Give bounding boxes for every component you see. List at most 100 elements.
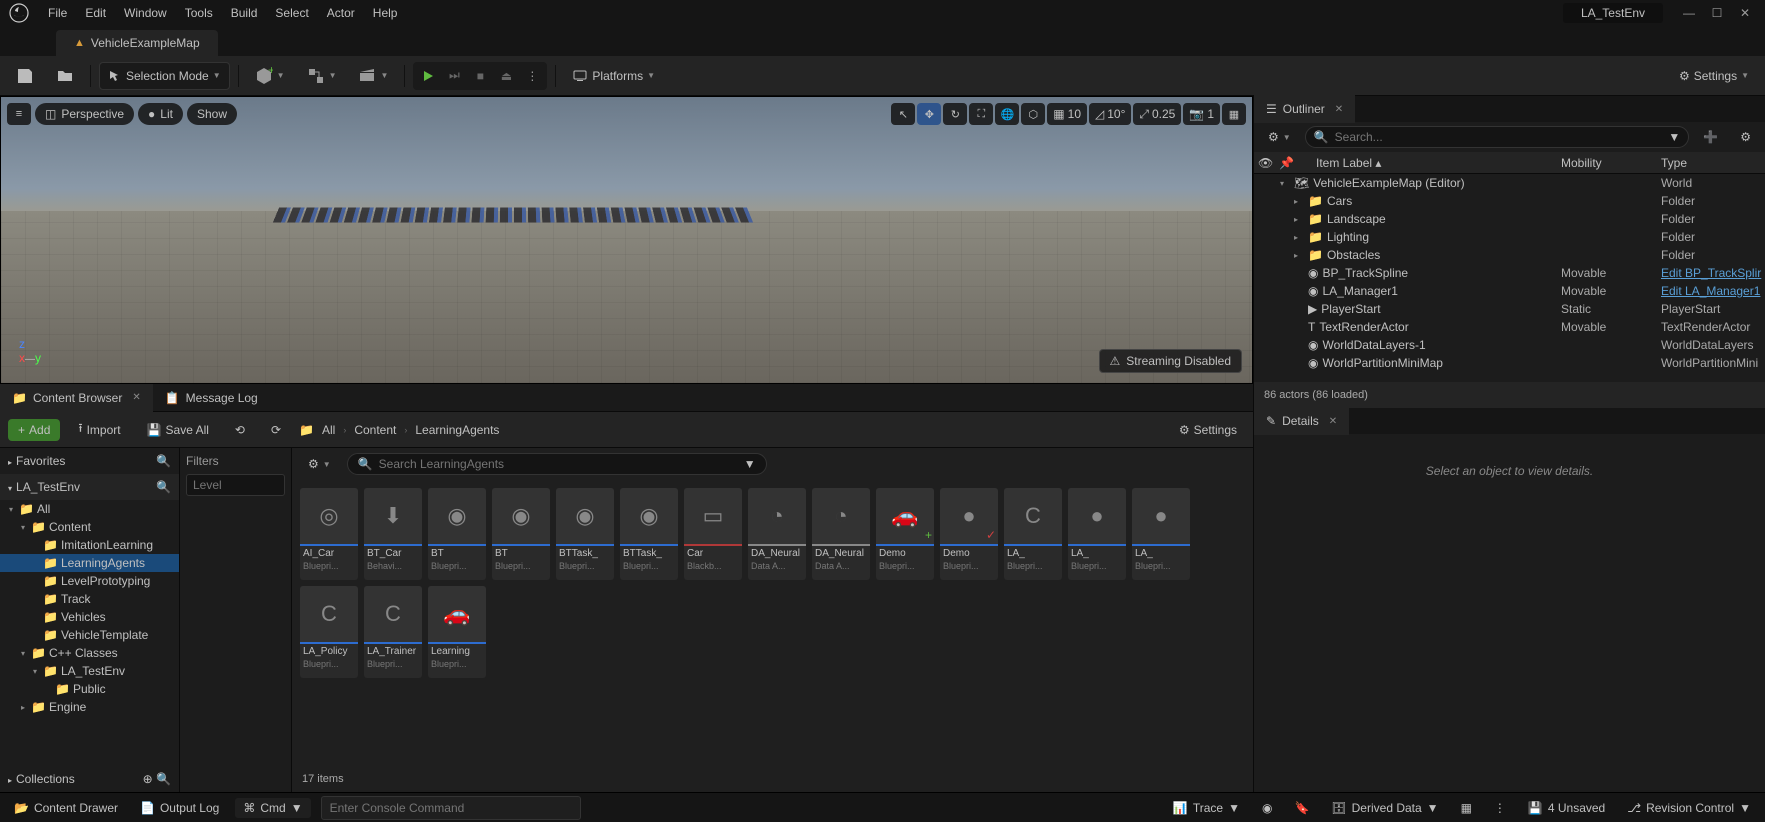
outliner-settings-button[interactable]: ⚙ — [1732, 123, 1759, 151]
tree-node[interactable]: ▾📁All — [0, 500, 179, 518]
tab-details[interactable]: ✎Details✕ — [1254, 407, 1349, 435]
perspective-dropdown[interactable]: ◫Perspective — [35, 103, 134, 125]
viewport-menu-button[interactable]: ≡ — [7, 103, 31, 125]
outliner-row[interactable]: ▸📁ObstaclesFolder — [1254, 246, 1765, 264]
outliner-search-input[interactable] — [1335, 130, 1663, 144]
show-dropdown[interactable]: Show — [187, 103, 237, 125]
grid-snap[interactable]: ▦10 — [1047, 103, 1087, 125]
asset-tile[interactable]: 🚗+DemoBluepri... — [876, 488, 934, 580]
skip-button[interactable]: ⏭ — [441, 64, 467, 88]
crumb-all[interactable]: All — [322, 423, 335, 437]
trace-dropdown[interactable]: 📊Trace▼ — [1167, 801, 1246, 815]
add-button[interactable]: +Add — [8, 419, 60, 441]
tree-node[interactable]: ▾📁Content — [0, 518, 179, 536]
tree-node[interactable]: ▾📁LA_TestEnv — [0, 662, 179, 680]
project-header[interactable]: ▾LA_TestEnv🔍 — [0, 474, 179, 500]
selection-mode-dropdown[interactable]: Selection Mode ▼ — [99, 62, 230, 90]
outliner-row[interactable]: ▾🗺VehicleExampleMap (Editor)World — [1254, 174, 1765, 192]
asset-tile[interactable]: CLA_Bluepri... — [1004, 488, 1062, 580]
scale-snap[interactable]: ⤢0.25 — [1133, 103, 1181, 125]
menu-help[interactable]: Help — [373, 6, 398, 20]
outliner-row[interactable]: ▸📁LightingFolder — [1254, 228, 1765, 246]
tree-node[interactable]: ▾📁C++ Classes — [0, 644, 179, 662]
eject-button[interactable]: ⏏ — [493, 64, 519, 88]
blueprint-dropdown[interactable]: ▼ — [299, 62, 345, 90]
tab-outliner[interactable]: ☰Outliner✕ — [1254, 95, 1355, 123]
history-fwd[interactable]: ⟳ — [263, 416, 289, 444]
play-options-button[interactable]: ⋮ — [519, 64, 545, 88]
crumb-learningagents[interactable]: LearningAgents — [415, 423, 499, 437]
close-icon[interactable]: ✕ — [132, 392, 140, 403]
unsaved-button[interactable]: 💾4 Unsaved — [1522, 801, 1611, 815]
minimize-button[interactable]: — — [1675, 3, 1703, 23]
history-back[interactable]: ⟲ — [227, 416, 253, 444]
asset-tile[interactable]: ◉BTBluepri... — [492, 488, 550, 580]
maximize-button[interactable]: ☐ — [1703, 3, 1731, 23]
outliner-row[interactable]: ▸📁LandscapeFolder — [1254, 210, 1765, 228]
cb-settings-button[interactable]: ⚙Settings — [1171, 416, 1245, 444]
import-button[interactable]: ⭱Import — [70, 416, 128, 444]
viewport-layout[interactable]: ▦ — [1222, 103, 1246, 125]
tree-node[interactable]: 📁VehicleTemplate — [0, 626, 179, 644]
cmd-dropdown[interactable]: ⌘Cmd▼ — [235, 798, 310, 818]
streaming-badge[interactable]: ⚠Streaming Disabled — [1099, 349, 1242, 373]
asset-tile[interactable]: CLA_TrainerBluepri... — [364, 586, 422, 678]
tree-node[interactable]: 📁Track — [0, 590, 179, 608]
content-drawer-button[interactable]: 📂Content Drawer — [8, 801, 124, 815]
more-button[interactable]: ⋮ — [1488, 801, 1512, 815]
asset-tile[interactable]: ▭CarBlackb... — [684, 488, 742, 580]
level-viewport[interactable]: ≡ ◫Perspective ●Lit Show ↖ ✥ ↻ ⛶ 🌐 ⬡ ▦10… — [0, 96, 1253, 384]
browse-button[interactable] — [48, 62, 82, 90]
grid-button[interactable]: ▦ — [1455, 801, 1478, 815]
scale-tool[interactable]: ⛶ — [969, 103, 993, 125]
favorites-header[interactable]: ▸Favorites🔍 — [0, 448, 179, 474]
asset-tile[interactable]: ◉BTTask_Bluepri... — [556, 488, 614, 580]
asset-tile[interactable]: ●✓DemoBluepri... — [940, 488, 998, 580]
save-button[interactable] — [8, 62, 42, 90]
asset-grid[interactable]: ◎AI_CarBluepri...⬇BT_CarBehavi... ◉BTBlue… — [292, 480, 1253, 766]
menu-actor[interactable]: Actor — [327, 6, 355, 20]
outliner-row[interactable]: ▸📁CarsFolder — [1254, 192, 1765, 210]
menu-edit[interactable]: Edit — [85, 6, 106, 20]
col-type[interactable]: Type — [1661, 156, 1765, 170]
outliner-row[interactable]: ▶PlayerStartStaticPlayerStart — [1254, 300, 1765, 318]
asset-tile[interactable]: ◎AI_CarBluepri... — [300, 488, 358, 580]
asset-tile[interactable]: ●LA_Bluepri... — [1132, 488, 1190, 580]
rotate-tool[interactable]: ↻ — [943, 103, 967, 125]
world-space-toggle[interactable]: 🌐 — [995, 103, 1019, 125]
tree-node[interactable]: 📁LevelPrototyping — [0, 572, 179, 590]
lit-dropdown[interactable]: ●Lit — [138, 103, 183, 125]
asset-search[interactable]: 🔍▼ — [347, 453, 767, 475]
camera-speed[interactable]: 📷1 — [1183, 103, 1220, 125]
tree-node[interactable]: 📁Vehicles — [0, 608, 179, 626]
play-button[interactable] — [415, 64, 441, 88]
tree-node[interactable]: 📁ImitationLearning — [0, 536, 179, 554]
collections-header[interactable]: ▸Collections⊕ 🔍 — [0, 766, 179, 792]
outliner-filter-button[interactable]: ⚙▼ — [1260, 123, 1299, 151]
filter-dropdown[interactable]: ⚙▼ — [300, 450, 339, 478]
asset-tile[interactable]: ◔DA_NeuralData A... — [812, 488, 870, 580]
outliner-row[interactable]: ◉BP_TrackSplineMovableEdit BP_TrackSplir — [1254, 264, 1765, 282]
asset-tile[interactable]: ⬇BT_CarBehavi... — [364, 488, 422, 580]
col-mobility[interactable]: Mobility — [1561, 156, 1661, 170]
outliner-row[interactable]: ◉WorldDataLayers-1WorldDataLayers — [1254, 336, 1765, 354]
select-tool[interactable]: ↖ — [891, 103, 915, 125]
tree-node[interactable]: 📁Public — [0, 680, 179, 698]
search-icon[interactable]: 🔍 — [156, 480, 171, 494]
crumb-content[interactable]: Content — [354, 423, 396, 437]
capture-button[interactable]: ◉ — [1256, 801, 1278, 815]
surface-snap-toggle[interactable]: ⬡ — [1021, 103, 1045, 125]
tree-node[interactable]: ▸📁Engine — [0, 698, 179, 716]
cinematics-dropdown[interactable]: ▼ — [350, 62, 396, 90]
tree-node[interactable]: 📁LearningAgents — [0, 554, 179, 572]
filters-input[interactable] — [186, 474, 285, 496]
outliner-row[interactable]: ◉LA_Manager1MovableEdit LA_Manager1 — [1254, 282, 1765, 300]
close-button[interactable]: ✕ — [1731, 3, 1759, 23]
asset-tile[interactable]: ◉BTTask_Bluepri... — [620, 488, 678, 580]
angle-snap[interactable]: ◿10° — [1089, 103, 1131, 125]
unreal-logo-icon[interactable] — [6, 0, 32, 26]
outliner-row[interactable]: ◉WorldPartitionMiniMapWorldPartitionMini — [1254, 354, 1765, 372]
close-icon[interactable]: ✕ — [1335, 104, 1343, 115]
platforms-dropdown[interactable]: Platforms ▼ — [564, 62, 663, 90]
tab-message-log[interactable]: 📋Message Log — [153, 384, 270, 412]
